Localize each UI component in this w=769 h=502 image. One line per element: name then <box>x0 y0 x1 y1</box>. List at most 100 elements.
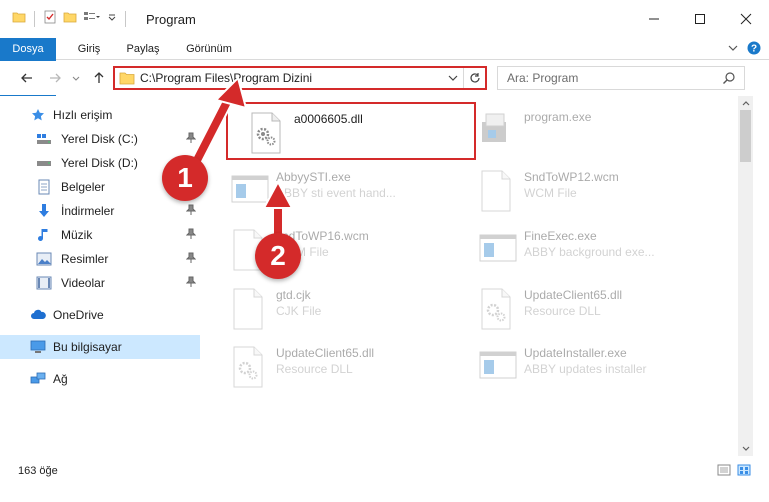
toolbar-divider <box>34 10 35 27</box>
scroll-thumb[interactable] <box>740 110 751 162</box>
folder-icon <box>119 71 135 88</box>
file-name: UpdateInstaller.exe <box>524 346 627 360</box>
navigation-bar: C:\Program Files\Program Dizini <box>0 61 769 95</box>
file-item-updateclient65-dll[interactable]: UpdateClient65.dll Resource DLL <box>210 338 460 396</box>
dll-gear-icon <box>248 112 288 154</box>
pin-icon[interactable] <box>185 252 197 267</box>
network-icon <box>30 371 46 387</box>
file-name: SndToWP12.wcm <box>524 170 619 184</box>
blank-file-icon <box>230 288 270 330</box>
drive-icon <box>36 131 52 147</box>
scroll-down-icon[interactable] <box>738 442 753 456</box>
folder-icon[interactable] <box>12 10 26 27</box>
file-item-program-exe[interactable]: program.exe <box>458 102 708 160</box>
help-icon[interactable]: ? <box>747 41 761 58</box>
sidebar-item-label: Videolar <box>61 276 105 290</box>
sidebar-item-this-pc[interactable]: Bu bilgisayar <box>0 335 200 359</box>
title-bar: Program <box>0 0 769 38</box>
pin-icon[interactable] <box>185 228 197 243</box>
expand-ribbon-icon[interactable] <box>727 42 739 57</box>
computer-icon <box>30 339 46 355</box>
maximize-button[interactable] <box>677 0 723 38</box>
search-icon[interactable] <box>722 71 736 88</box>
sidebar-item-label: Yerel Disk (C:) <box>61 132 138 146</box>
navigation-pane: Hızlı erişim Yerel Disk (C:) Yerel Disk … <box>0 96 205 456</box>
file-item-sndtowp12-wcm[interactable]: SndToWP12.wcm WCM File <box>458 162 708 220</box>
dll-gear-icon <box>230 346 270 388</box>
sidebar-item-videos[interactable]: Videolar <box>0 271 200 295</box>
exe-window-icon <box>230 170 270 212</box>
back-button[interactable] <box>18 69 36 87</box>
sidebar-item-local-disk-c[interactable]: Yerel Disk (C:) <box>0 127 200 151</box>
file-description: ABBY sti event hand... <box>276 186 396 200</box>
videos-icon <box>36 275 52 291</box>
search-input[interactable] <box>507 71 707 85</box>
sidebar-item-onedrive[interactable]: OneDrive <box>0 303 200 327</box>
download-icon <box>36 203 52 219</box>
pin-icon[interactable] <box>185 204 197 219</box>
blank-file-icon <box>478 170 518 212</box>
vertical-scrollbar[interactable] <box>738 96 753 456</box>
cloud-icon <box>30 307 46 323</box>
item-count: 163 öğe <box>18 465 58 477</box>
forward-button[interactable] <box>46 69 64 87</box>
exe-window-icon <box>478 346 518 388</box>
annotation-badge-2: 2 <box>255 233 301 279</box>
sidebar-item-network[interactable]: Ağ <box>0 367 200 391</box>
toolbar-divider <box>125 10 126 27</box>
customize-toolbar-icon[interactable] <box>107 10 117 27</box>
tab-home[interactable]: Giriş <box>66 38 112 60</box>
file-item-a0006605-dll[interactable]: a0006605.dll <box>226 102 476 160</box>
properties-icon[interactable] <box>43 10 57 27</box>
sidebar-item-music[interactable]: Müzik <box>0 223 200 247</box>
sidebar-item-pictures[interactable]: Resimler <box>0 247 200 271</box>
file-name: a0006605.dll <box>294 112 363 126</box>
sidebar-item-label: Belgeler <box>61 180 106 194</box>
address-path: C:\Program Files\Program Dizini <box>140 71 313 85</box>
sidebar-item-label: Bu bilgisayar <box>53 340 122 354</box>
file-item-abbyysti-exe[interactable]: AbbyySTI.exe ABBY sti event hand... <box>210 162 460 220</box>
file-item-gtd-cjk[interactable]: gtd.cjk CJK File <box>210 280 460 338</box>
file-item-sndtowp16-wcm[interactable]: sndToWP16.wcm WCM File <box>210 221 460 279</box>
pin-icon[interactable] <box>185 132 197 147</box>
sidebar-item-label: Resimler <box>61 252 109 266</box>
up-button[interactable] <box>90 69 108 87</box>
file-description: ABBY updates installer <box>524 362 647 376</box>
sidebar-item-label: Ağ <box>53 372 68 386</box>
details-view-icon[interactable] <box>717 464 731 479</box>
file-description: Resource DLL <box>276 362 353 376</box>
file-item-updateclient65-dll-2[interactable]: UpdateClient65.dll Resource DLL <box>458 280 708 338</box>
scroll-up-icon[interactable] <box>738 96 753 110</box>
window-controls <box>631 0 769 38</box>
window-title: Program <box>146 12 196 27</box>
tab-view[interactable]: Görünüm <box>178 38 240 60</box>
view-options-icon[interactable] <box>83 10 101 27</box>
sidebar-item-downloads[interactable]: İndirmeler <box>0 199 200 223</box>
recent-locations-button[interactable] <box>70 69 82 87</box>
large-icons-view-icon[interactable] <box>737 464 751 479</box>
file-item-updateinstaller-exe[interactable]: UpdateInstaller.exe ABBY updates install… <box>458 338 708 396</box>
refresh-button[interactable] <box>463 68 485 88</box>
file-name: gtd.cjk <box>276 288 311 302</box>
file-description: CJK File <box>276 304 322 318</box>
file-item-fineexec-exe[interactable]: FineExec.exe ABBY background exe... <box>458 221 708 279</box>
tab-share[interactable]: Paylaş <box>118 38 168 60</box>
exe-window-icon <box>478 229 518 271</box>
sidebar-item-label: Müzik <box>61 228 93 242</box>
sidebar-item-label: İndirmeler <box>61 204 115 218</box>
status-bar: 163 öğe <box>0 460 769 502</box>
file-name: UpdateClient65.dll <box>524 288 623 302</box>
search-box[interactable] <box>497 66 745 90</box>
dll-gear-icon <box>478 288 518 330</box>
pin-icon[interactable] <box>185 276 197 291</box>
address-dropdown-icon[interactable] <box>447 72 459 87</box>
close-button[interactable] <box>723 0 769 38</box>
file-name: FineExec.exe <box>524 229 597 243</box>
new-folder-icon[interactable] <box>63 10 77 27</box>
address-bar[interactable]: C:\Program Files\Program Dizini <box>113 66 487 90</box>
ribbon-tabs: Dosya Giriş Paylaş Görünüm ? <box>0 38 769 96</box>
sidebar-item-quick-access[interactable]: Hızlı erişim <box>0 103 200 127</box>
documents-icon <box>36 179 52 195</box>
minimize-button[interactable] <box>631 0 677 38</box>
file-description: Resource DLL <box>524 304 601 318</box>
